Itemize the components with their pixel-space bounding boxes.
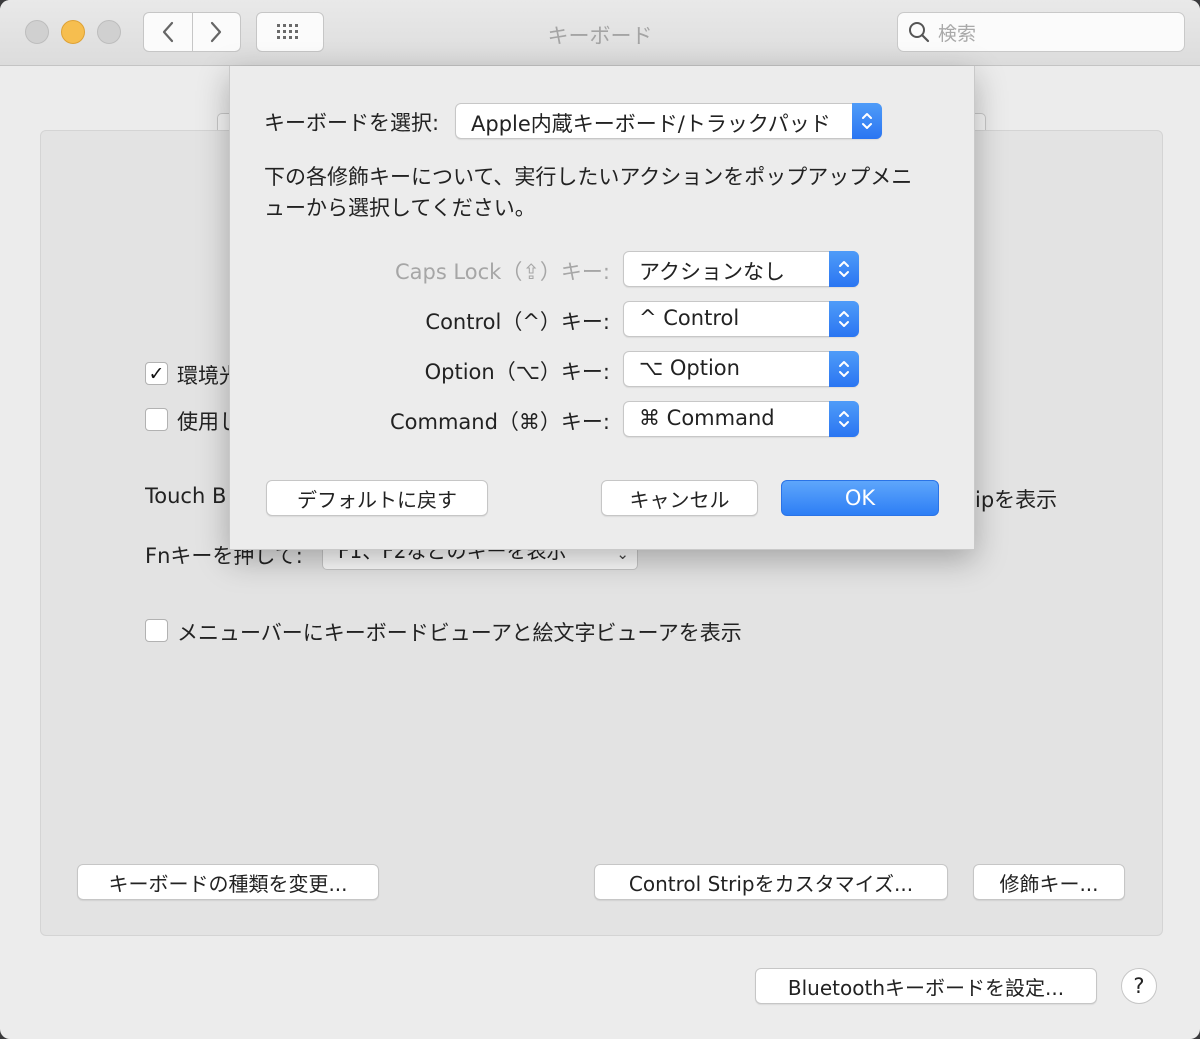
updown-stepper-icon <box>829 401 859 437</box>
help-button[interactable]: ? <box>1121 968 1157 1004</box>
backlight-off-checkbox[interactable] <box>145 408 168 431</box>
touchbar-label: Touch B <box>145 484 227 508</box>
command-key-popup[interactable]: ⌘ Command <box>623 401 859 437</box>
customize-control-strip-button[interactable]: Control Stripをカスタマイズ... <box>594 864 948 900</box>
change-keyboard-type-button[interactable]: キーボードの種類を変更... <box>77 864 379 900</box>
modifier-keys-button[interactable]: 修飾キー... <box>973 864 1125 900</box>
search-placeholder: 検索 <box>938 22 977 45</box>
option-key-label: Option（⌥）キー: <box>424 360 610 384</box>
control-key-label: Control（^）キー: <box>425 310 610 334</box>
keyboard-viewer-label: メニューバーにキーボードビューアと絵文字ビューアを表示 <box>177 621 742 645</box>
sheet-description-line-1: 下の各修飾キーについて、実行したいアクションをポップアップメニ <box>264 165 913 189</box>
search-field[interactable]: 検索 <box>897 12 1185 52</box>
modifier-keys-sheet: キーボードを選択: Apple内蔵キーボード/トラックパッド 下の各修飾キーにつ… <box>229 66 975 550</box>
backlight-off-label: 使用し <box>177 410 229 434</box>
keyboard-select-popup[interactable]: Apple内蔵キーボード/トラックパッド <box>455 103 882 139</box>
caps-lock-popup[interactable]: アクションなし <box>623 251 859 287</box>
checkmark-icon: ✓ <box>148 362 165 385</box>
control-strip-label-fragment: ipを表示 <box>975 488 1058 512</box>
control-key-value: ^ Control <box>639 306 740 330</box>
search-icon <box>909 22 930 43</box>
command-key-value: ⌘ Command <box>639 406 775 430</box>
keyboard-select-value: Apple内蔵キーボード/トラックパッド <box>471 112 831 136</box>
sheet-description-line-2: ューから選択してください。 <box>264 196 536 220</box>
updown-stepper-icon <box>852 103 882 139</box>
setup-bluetooth-keyboard-button[interactable]: Bluetoothキーボードを設定... <box>755 968 1097 1004</box>
keyboard-select-label: キーボードを選択: <box>264 111 440 135</box>
ambient-light-label: 環境光 <box>177 364 229 388</box>
updown-stepper-icon <box>829 351 859 387</box>
ambient-light-checkbox[interactable]: ✓ <box>145 362 168 385</box>
updown-stepper-icon <box>829 301 859 337</box>
caps-lock-label: Caps Lock（⇪）キー: <box>394 260 610 284</box>
updown-stepper-icon <box>829 251 859 287</box>
restore-defaults-button[interactable]: デフォルトに戻す <box>266 480 488 516</box>
command-key-label: Command（⌘）キー: <box>389 410 610 434</box>
caps-lock-value: アクションなし <box>639 260 785 284</box>
option-key-value: ⌥ Option <box>639 356 740 380</box>
titlebar: キーボード 検索 <box>0 0 1200 66</box>
ok-button[interactable]: OK <box>781 480 939 516</box>
keyboard-preferences-window: キーボード 検索 ✓ 環境光 使用し Touch B ipを表示 Fnキーを押し… <box>0 0 1200 1039</box>
option-key-popup[interactable]: ⌥ Option <box>623 351 859 387</box>
keyboard-viewer-checkbox[interactable] <box>145 619 168 642</box>
cancel-button[interactable]: キャンセル <box>601 480 758 516</box>
control-key-popup[interactable]: ^ Control <box>623 301 859 337</box>
